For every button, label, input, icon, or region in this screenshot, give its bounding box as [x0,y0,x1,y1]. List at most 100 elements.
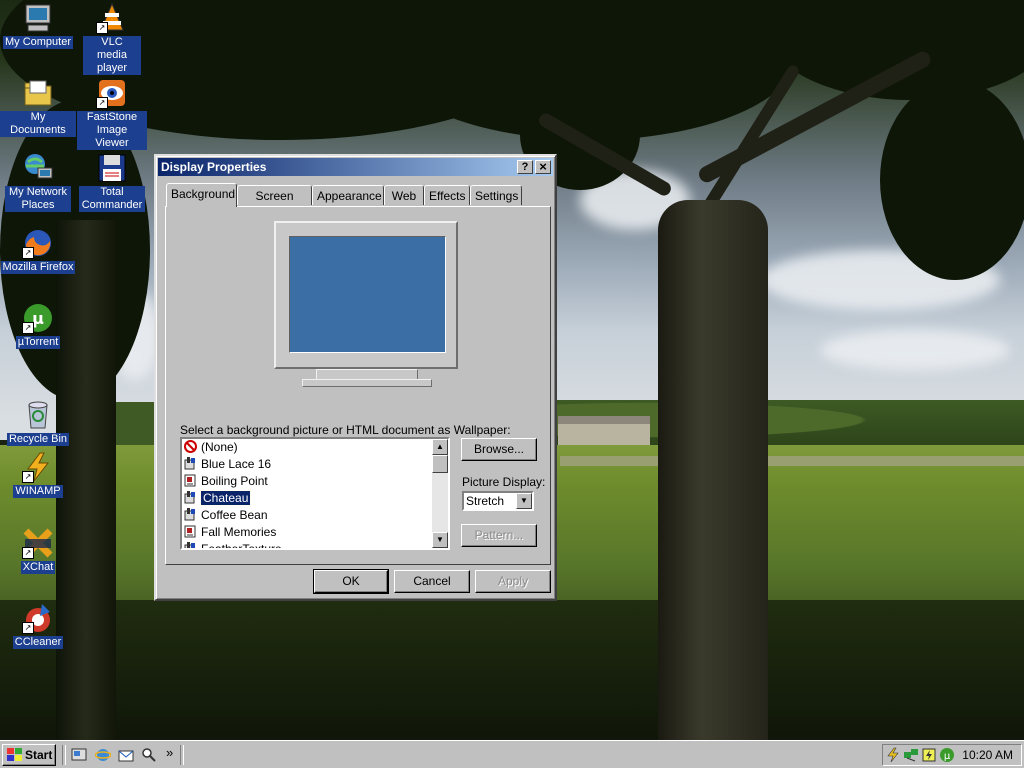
start-label: Start [25,748,53,762]
desktop-icon-label: Total Commander [79,186,145,212]
wallpaper-preview-screen [289,236,446,353]
wallpaper-item-coffee-bean[interactable]: Coffee Bean [184,507,268,524]
apply-button[interactable]: Apply [475,570,551,593]
desktop-icon-vlc[interactable]: ↗ VLC media player [74,2,150,75]
desktop-icon-label: My Network Places [5,186,71,212]
tab-appearance[interactable]: Appearance [312,185,384,205]
scroll-up-button[interactable]: ▲ [432,439,448,455]
tray-network-icon[interactable] [903,747,919,763]
desktop-icon-recycle-bin[interactable]: Recycle Bin [0,399,76,446]
desktop-icon-firefox[interactable]: ↗ Mozilla Firefox [0,227,76,274]
recycle-bin-icon [22,399,54,431]
desktop-icon-label: VLC media player [83,36,141,75]
html-icon [184,525,197,538]
desktop-icon-label: FastStone Image Viewer [77,111,147,150]
dialog-titlebar[interactable]: Display Properties ? × [158,158,553,176]
display-properties-dialog: Display Properties ? × Background Screen… [154,154,557,601]
paint-icon [184,508,197,521]
wallpaper-shadow [0,600,1024,740]
tray-power-icon[interactable] [885,747,901,763]
desktop-icon-label: My Computer [2,36,74,49]
ok-button[interactable]: OK [313,569,389,594]
dialog-title: Display Properties [161,160,267,174]
paint-icon [184,542,197,548]
tab-settings[interactable]: Settings [470,185,522,205]
wallpaper-item-fall-memories[interactable]: Fall Memories [184,524,276,541]
wallpaper-item-label: Blue Lace 16 [201,457,272,471]
tray-utorrent-icon[interactable]: µ [939,747,955,763]
shortcut-arrow-icon: ↗ [22,322,34,334]
wallpaper-item-none[interactable]: (None) [184,439,238,456]
wallpaper-item-blue-lace-16[interactable]: Blue Lace 16 [184,456,271,473]
desktop-icon-winamp[interactable]: ↗ WINAMP [0,451,76,498]
desktop-icon-my-network-places[interactable]: My Network Places [0,152,76,212]
html-icon [184,474,197,487]
taskbar-separator [62,745,66,765]
desktop-icon-total-commander[interactable]: Total Commander [74,152,150,212]
picture-display-label: Picture Display: [462,475,546,489]
monitor-preview [274,221,458,369]
show-desktop-icon[interactable] [71,747,87,763]
scroll-thumb[interactable] [432,455,448,473]
wallpaper-item-boiling-point[interactable]: Boiling Point [184,473,268,490]
wallpaper-path [560,456,1024,466]
scroll-down-button[interactable]: ▼ [432,532,448,548]
wallpaper-item-label: Fall Memories [201,525,277,539]
outlook-express-icon[interactable] [118,747,134,763]
desktop-icon-faststone[interactable]: ↗ FastStone Image Viewer [74,77,150,150]
wallpaper-item-chateau[interactable]: Chateau [184,490,252,507]
paint-icon [184,491,197,504]
desktop-icon-label: Mozilla Firefox [0,261,76,274]
desktop-icon-label: µTorrent [15,336,61,349]
shortcut-arrow-icon: ↗ [22,247,34,259]
wallpaper-item-feathertexture[interactable]: FeatherTexture [184,541,282,548]
tab-effects[interactable]: Effects [424,185,470,205]
close-button[interactable]: × [535,160,551,174]
taskbar-separator [180,745,184,765]
wallpaper-item-label: Chateau [199,490,252,506]
utorrent-icon: µ ↗ [22,302,54,334]
computer-icon [22,2,54,34]
picture-display-select[interactable]: Stretch ▼ [462,491,534,511]
dropdown-arrow-icon[interactable]: ▼ [516,493,532,509]
background-tab-panel: Select a background picture or HTML docu… [165,206,551,565]
desktop-icon-utorrent[interactable]: µ ↗ µTorrent [0,302,76,349]
quicklaunch-more-button[interactable]: » [166,745,173,760]
desktop-icon-my-documents[interactable]: My Documents [0,77,76,137]
faststone-icon: ↗ [96,77,128,109]
wallpaper-caption: Select a background picture or HTML docu… [180,423,511,437]
wallpaper-item-label: Coffee Bean [201,508,268,522]
wallpaper-cloud [820,330,1010,370]
network-icon [22,152,54,184]
desktop-icon-label: XChat [20,561,56,574]
tab-web[interactable]: Web [384,185,424,205]
shortcut-arrow-icon: ↗ [22,622,34,634]
desktop-icon-xchat[interactable]: ↗ XChat [0,527,76,574]
pattern-button[interactable]: Pattern... [461,524,537,547]
shortcut-arrow-icon: ↗ [22,547,34,559]
tab-screen-saver[interactable]: Screen Saver [237,185,312,223]
help-button[interactable]: ? [517,160,533,174]
search-icon[interactable] [141,747,157,763]
start-button[interactable]: Start [2,744,56,766]
tab-background[interactable]: Background [166,183,237,207]
none-icon [184,440,197,453]
system-tray: µ 10:20 AM [882,744,1022,766]
monitor-base [302,379,432,387]
windows-logo-icon [7,748,22,761]
desktop-icon-label: Recycle Bin [6,433,70,446]
wallpaper-listbox[interactable]: (None) Blue Lace 16 Boiling Point Chatea… [180,437,450,550]
desktop-icon-ccleaner[interactable]: ↗ CCleaner [0,602,76,649]
cancel-button[interactable]: Cancel [394,570,470,593]
internet-explorer-icon[interactable] [95,747,111,763]
browse-button[interactable]: Browse... [461,438,537,461]
tray-lightning-icon[interactable] [921,747,937,763]
wallpaper-tree-trunk [658,200,768,740]
shortcut-arrow-icon: ↗ [96,97,108,109]
taskbar-clock[interactable]: 10:20 AM [962,748,1013,762]
svg-text:µ: µ [944,751,951,762]
desktop-icon-label: CCleaner [12,636,64,649]
wallpaper-item-label: (None) [201,440,238,454]
wallpaper-list-scrollbar[interactable]: ▲ ▼ [432,439,448,548]
desktop-icon-my-computer[interactable]: My Computer [0,2,76,49]
